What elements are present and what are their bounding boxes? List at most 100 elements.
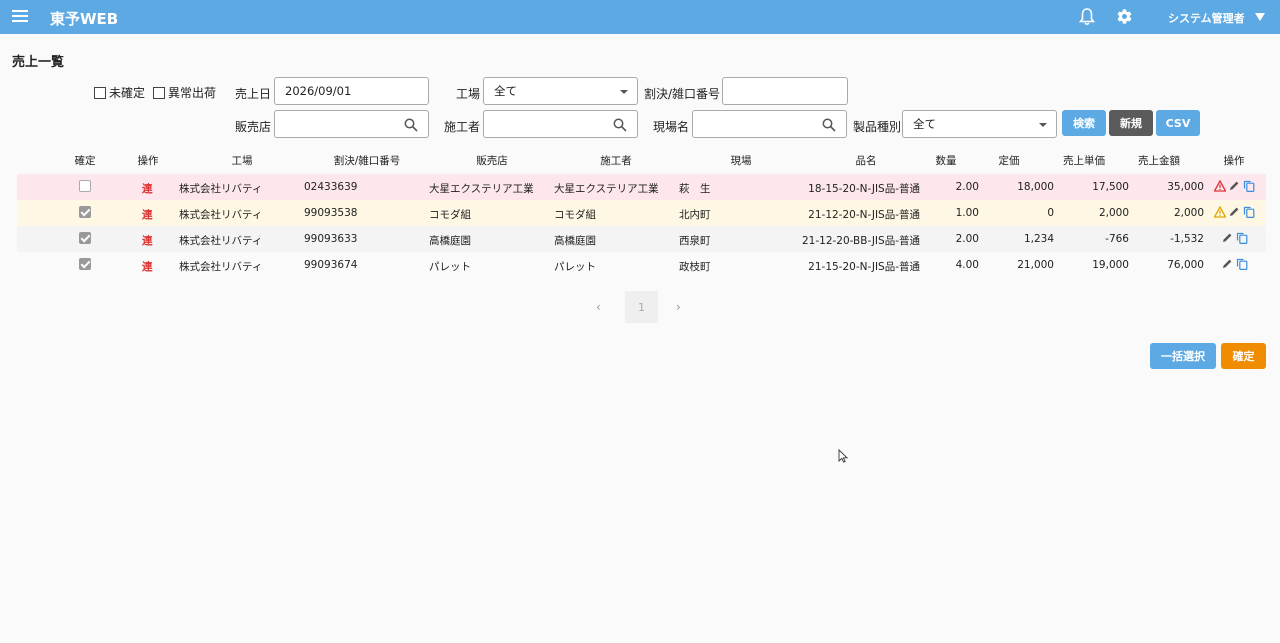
confirm-button[interactable]: 確定: [1221, 343, 1266, 369]
row-confirm-checkbox[interactable]: [79, 258, 91, 270]
table-row[interactable]: 連 株式会社リバティ 99093538 コモダ組 コモダ組 北内町 21-12-…: [17, 200, 1266, 226]
site-name-input[interactable]: [692, 110, 847, 138]
list-price-cell: 18,000: [1017, 181, 1054, 193]
contractor-label: 施工者: [444, 120, 481, 134]
table-row[interactable]: 連 株式会社リバティ 99093674 パレット パレット 政枝町 21-15-…: [17, 252, 1266, 278]
search-icon[interactable]: [613, 118, 627, 132]
col-header-confirm: 確定: [74, 155, 96, 167]
list-price-cell: 1,234: [1023, 233, 1054, 245]
pager-prev-button[interactable]: ‹: [596, 300, 601, 314]
linked-indicator[interactable]: 連: [142, 181, 153, 196]
col-header-product: 品名: [855, 155, 877, 167]
col-header-list-price: 定価: [998, 155, 1020, 167]
csv-button[interactable]: CSV: [1156, 110, 1200, 136]
gear-icon[interactable]: [1116, 8, 1133, 25]
unit-price-cell: -766: [1105, 233, 1129, 245]
linked-indicator[interactable]: 連: [142, 233, 153, 248]
sales-date-input[interactable]: 2026/09/01: [274, 77, 429, 105]
store-cell: コモダ組: [429, 209, 471, 221]
col-header-amount: 売上金額: [1138, 155, 1180, 167]
contractor-cell: コモダ組: [554, 209, 596, 221]
mouse-cursor-icon: [838, 449, 848, 463]
factory-label: 工場: [456, 87, 481, 101]
product-type-label: 製品種別: [853, 120, 902, 134]
product-cell: 21-12-20-N-JIS品-普通: [808, 209, 920, 221]
product-cell: 18-15-20-N-JIS品-普通: [808, 183, 920, 195]
copy-icon[interactable]: [1236, 258, 1248, 270]
factory-cell: 株式会社リバティ: [179, 261, 263, 273]
col-header-contractor: 施工者: [600, 155, 632, 167]
unconfirmed-checkbox[interactable]: 未確定: [94, 84, 145, 101]
new-button[interactable]: 新規: [1109, 110, 1153, 136]
site-name-label: 現場名: [653, 120, 690, 134]
site-cell: 政枝町: [679, 261, 711, 273]
copy-icon[interactable]: [1236, 232, 1248, 244]
contractor-cell: 高橋庭園: [554, 235, 596, 247]
dropdown-caret-icon[interactable]: [1255, 13, 1265, 21]
search-icon[interactable]: [822, 118, 836, 132]
site-cell: 西泉町: [679, 235, 711, 247]
col-header-factory: 工場: [231, 155, 253, 167]
quantity-cell: 2.00: [955, 233, 979, 245]
edit-pencil-icon[interactable]: [1221, 232, 1233, 244]
amount-cell: -1,532: [1170, 233, 1204, 245]
split-number-input[interactable]: [722, 77, 848, 105]
split-number-label: 割決/雑口番号: [644, 87, 721, 101]
product-type-select[interactable]: 全て: [902, 110, 1057, 138]
quantity-cell: 4.00: [955, 259, 979, 271]
search-icon[interactable]: [404, 118, 418, 132]
edit-pencil-icon[interactable]: [1228, 206, 1240, 218]
abnormal-shipment-label: 異常出荷: [168, 86, 217, 100]
linked-indicator[interactable]: 連: [142, 207, 153, 222]
factory-cell: 株式会社リバティ: [179, 209, 263, 221]
quantity-cell: 2.00: [955, 181, 979, 193]
app-header: 東予WEB システム管理者: [0, 0, 1280, 34]
col-header-quantity: 数量: [935, 155, 957, 167]
copy-icon[interactable]: [1243, 206, 1255, 218]
select-arrow-icon: [1039, 123, 1047, 127]
edit-pencil-icon[interactable]: [1221, 258, 1233, 270]
table-row[interactable]: 連 株式会社リバティ 02433639 大星エクステリア工業 大星エクステリア工…: [17, 174, 1266, 200]
table-row[interactable]: 連 株式会社リバティ 99093633 高橋庭園 高橋庭園 西泉町 21-12-…: [17, 226, 1266, 252]
warning-red-icon: [1214, 180, 1226, 192]
store-label: 販売店: [235, 120, 272, 134]
pager-next-button[interactable]: ›: [676, 300, 681, 314]
product-type-value: 全て: [913, 117, 936, 131]
split-number-cell: 02433639: [304, 181, 358, 193]
col-header-unit-price: 売上単価: [1063, 155, 1105, 167]
factory-value: 全て: [494, 84, 517, 98]
pager-page-1[interactable]: 1: [625, 291, 658, 323]
factory-select[interactable]: 全て: [483, 77, 638, 105]
bell-icon[interactable]: [1079, 8, 1095, 26]
hamburger-menu-icon[interactable]: [12, 10, 28, 24]
row-confirm-checkbox[interactable]: [79, 180, 91, 192]
contractor-cell: 大星エクステリア工業: [554, 183, 659, 195]
row-confirm-checkbox[interactable]: [79, 232, 91, 244]
abnormal-shipment-checkbox[interactable]: 異常出荷: [153, 84, 216, 101]
split-number-cell: 99093674: [304, 259, 358, 271]
linked-indicator[interactable]: 連: [142, 259, 153, 274]
bulk-select-button[interactable]: 一括選択: [1150, 343, 1216, 369]
unconfirmed-label: 未確定: [109, 86, 146, 100]
user-menu[interactable]: システム管理者: [1168, 10, 1245, 26]
checkbox-box[interactable]: [153, 86, 165, 99]
store-cell: 高橋庭園: [429, 235, 471, 247]
store-input[interactable]: [274, 110, 429, 138]
site-cell: 北内町: [679, 209, 711, 221]
sales-date-value: 2026/09/01: [285, 84, 352, 98]
amount-cell: 76,000: [1167, 259, 1204, 271]
sales-date-label: 売上日: [235, 87, 272, 101]
edit-pencil-icon[interactable]: [1228, 180, 1240, 192]
store-cell: パレット: [429, 261, 471, 273]
app-title[interactable]: 東予WEB: [50, 8, 118, 29]
row-confirm-checkbox[interactable]: [79, 206, 91, 218]
checkbox-box[interactable]: [94, 86, 106, 99]
contractor-cell: パレット: [554, 261, 596, 273]
contractor-input[interactable]: [483, 110, 638, 138]
copy-icon[interactable]: [1243, 180, 1255, 192]
search-button[interactable]: 検索: [1062, 110, 1106, 136]
select-arrow-icon: [620, 90, 628, 94]
split-number-cell: 99093538: [304, 207, 358, 219]
store-cell: 大星エクステリア工業: [429, 183, 534, 195]
page-title: 売上一覧: [12, 55, 65, 70]
